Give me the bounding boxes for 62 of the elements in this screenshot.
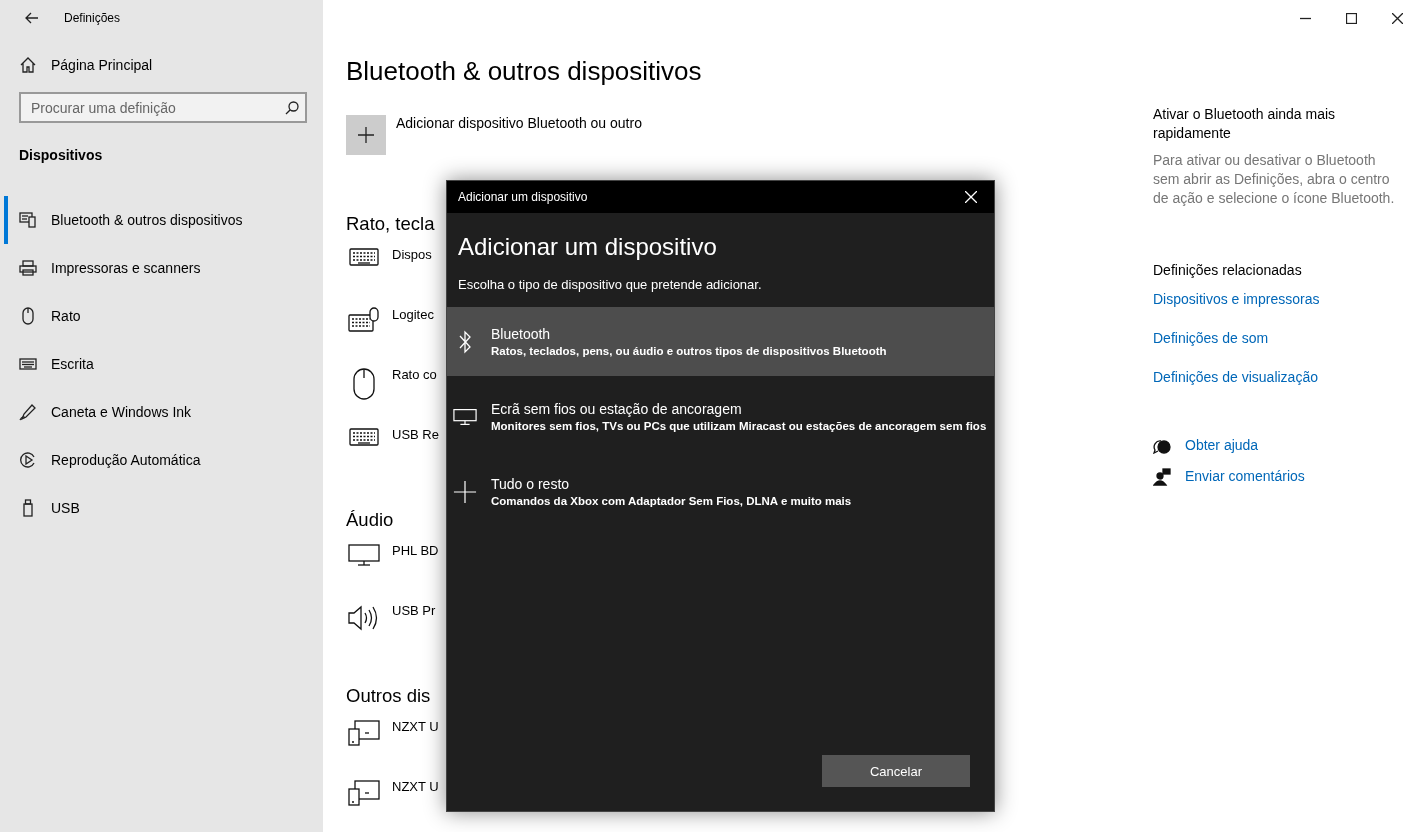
keyboard-mouse-icon	[346, 307, 382, 333]
monitor-icon	[346, 543, 382, 567]
device-type-option[interactable]: Tudo o resto Comandos da Xbox com Adaptador Sem Fios, DLNA e muito mais	[447, 457, 994, 526]
printer-icon	[19, 260, 37, 276]
section-heading: Outros dis	[346, 685, 432, 707]
sidebar-item[interactable]: Reprodução Automática	[4, 436, 323, 484]
related-link[interactable]: Definições de som	[1153, 329, 1395, 348]
device-name[interactable]: Rato co	[392, 367, 437, 383]
sidebar-item[interactable]: Rato	[4, 292, 323, 340]
mouse-icon	[19, 307, 37, 325]
page-title: Bluetooth & outros dispositivos	[346, 56, 703, 87]
sidebar-item[interactable]: Impressoras e scanners	[4, 244, 323, 292]
section-heading: Dispositivos	[19, 147, 104, 163]
monitor-icon	[453, 406, 477, 427]
related-link[interactable]: Dispositivos e impressoras	[1153, 290, 1395, 309]
help-link[interactable]: Obter ajuda	[1185, 436, 1259, 455]
device-name[interactable]: NZXT U	[392, 719, 439, 735]
plus-icon	[358, 127, 374, 143]
pen-icon	[19, 403, 37, 421]
device-type-option[interactable]: Bluetooth Ratos, teclados, pens, ou áudio e outros tipos de dispositivos Bluetooth	[447, 307, 994, 376]
related-heading: Definições relacionadas	[1153, 262, 1303, 278]
section-heading: Rato, tecla	[346, 213, 436, 235]
close-icon	[1391, 12, 1403, 24]
device-name[interactable]: NZXT U	[392, 779, 439, 795]
device-name[interactable]: Dispos	[392, 247, 432, 263]
plus-icon	[453, 478, 477, 505]
devices-icon	[346, 719, 382, 747]
window-title: Definições	[64, 11, 121, 25]
sidebar-item[interactable]: Caneta e Windows Ink	[4, 388, 323, 436]
devices-icon	[346, 779, 382, 807]
sidebar-item[interactable]: USB	[4, 484, 323, 532]
keyboard-phone-icon	[19, 212, 37, 228]
sidebar-item[interactable]: Escrita	[4, 340, 323, 388]
close-icon	[965, 191, 977, 203]
tip-heading: Ativar o Bluetooth ainda mais rapidamente	[1153, 105, 1337, 143]
keyboard-icon	[346, 427, 382, 447]
home-icon	[19, 56, 37, 74]
dialog-title: Adicionar um dispositivo	[458, 190, 588, 204]
dialog-subtitle: Escolha o tipo de dispositivo que pretende adicionar.	[458, 277, 763, 292]
device-name[interactable]: Logitec	[392, 307, 434, 323]
add-device-button[interactable]: Adicionar dispositivo Bluetooth ou outro	[346, 115, 1153, 155]
search-icon	[285, 101, 299, 115]
keyboard-icon	[19, 358, 37, 370]
cancel-button[interactable]: Cancelar	[822, 755, 970, 787]
sidebar-item[interactable]: Bluetooth & outros dispositivos	[4, 196, 323, 244]
search-field[interactable]: Procurar uma definição	[19, 92, 307, 123]
device-type-option[interactable]: Ecrã sem fios ou estação de ancoragem Monitores sem fios, TVs ou PCs que utilizam Miracast ou estações de ancoragem sem fios	[447, 382, 994, 451]
help-link[interactable]: Enviar comentários	[1185, 467, 1305, 486]
device-name[interactable]: USB Re	[392, 427, 439, 443]
related-link[interactable]: Definições de visualização	[1153, 368, 1395, 387]
dialog-heading: Adicionar um dispositivo	[458, 233, 718, 261]
device-name[interactable]: PHL BD	[392, 543, 439, 559]
keyboard-icon	[346, 247, 382, 267]
feedback-person-icon	[1153, 467, 1171, 486]
back-arrow-icon	[25, 12, 39, 24]
play-circle-icon	[19, 451, 37, 469]
tip-text: Para ativar ou desativar o Bluetooth sem abrir as Definições, abra o centro de ação e selecione o ícone Bluetooth.	[1153, 151, 1395, 208]
help-chat-icon	[1153, 437, 1171, 454]
home-link[interactable]: Página Principal	[19, 56, 323, 74]
maximize-icon	[1345, 12, 1357, 24]
device-name[interactable]: USB Pr	[392, 603, 436, 619]
section-heading: Áudio	[346, 509, 395, 531]
